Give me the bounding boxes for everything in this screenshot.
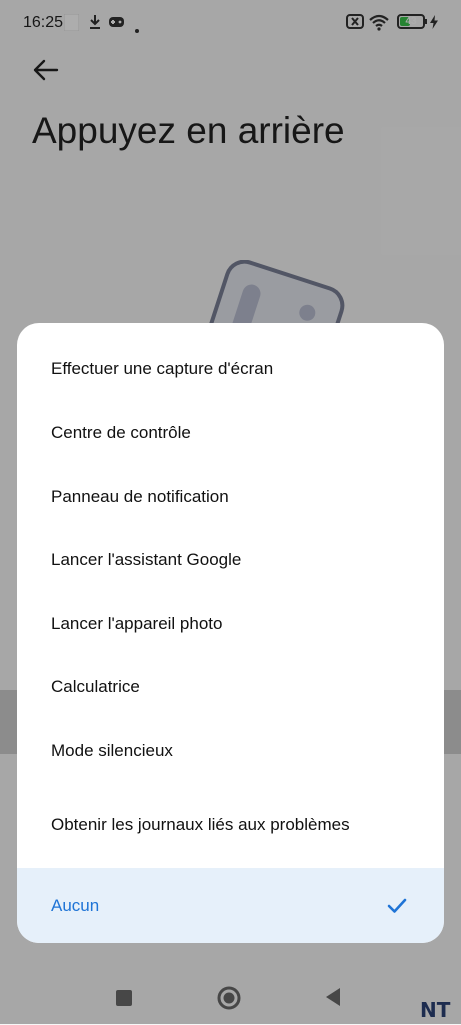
option-calculator[interactable]: Calculatrice [17,655,444,719]
option-label: Obtenir les journaux liés aux problèmes [51,815,350,834]
option-bug-report-logs[interactable]: Obtenir les journaux liés aux problèmes [17,782,444,868]
triangle-back-icon [326,988,340,1006]
option-label: Panneau de notification [51,486,229,506]
option-label: Mode silencieux [51,740,173,760]
option-control-center[interactable]: Centre de contrôle [17,401,444,465]
option-label: Lancer l'appareil photo [51,613,223,633]
option-label: Lancer l'assistant Google [51,550,242,569]
checkmark-icon [387,898,407,913]
option-google-assistant[interactable]: Lancer l'assistant Google [17,528,444,592]
option-label: Calculatrice [51,677,140,696]
watermark-logo: NT [418,998,458,1022]
back-nav-button[interactable] [320,984,346,1010]
watermark-text: NT [420,998,451,1020]
option-none[interactable]: Aucun [17,868,444,943]
square-icon [116,990,132,1006]
action-picker-sheet: Effectuer une capture d'écran Centre de … [17,323,444,943]
option-label: Centre de contrôle [51,423,191,442]
home-button[interactable] [215,984,243,1012]
recents-button[interactable] [112,986,136,1010]
option-screenshot[interactable]: Effectuer une capture d'écran [17,337,444,401]
navigation-bar [0,968,461,1024]
option-notification-panel[interactable]: Panneau de notification [17,465,444,528]
option-silent-mode[interactable]: Mode silencieux [17,719,444,782]
circle-home-icon [217,986,241,1010]
option-label: Aucun [51,895,100,915]
screen: 16:25 43 Appuyez en arrière Effectuer un… [0,0,461,1024]
option-label: Effectuer une capture d'écran [51,359,274,378]
option-camera[interactable]: Lancer l'appareil photo [17,592,444,655]
